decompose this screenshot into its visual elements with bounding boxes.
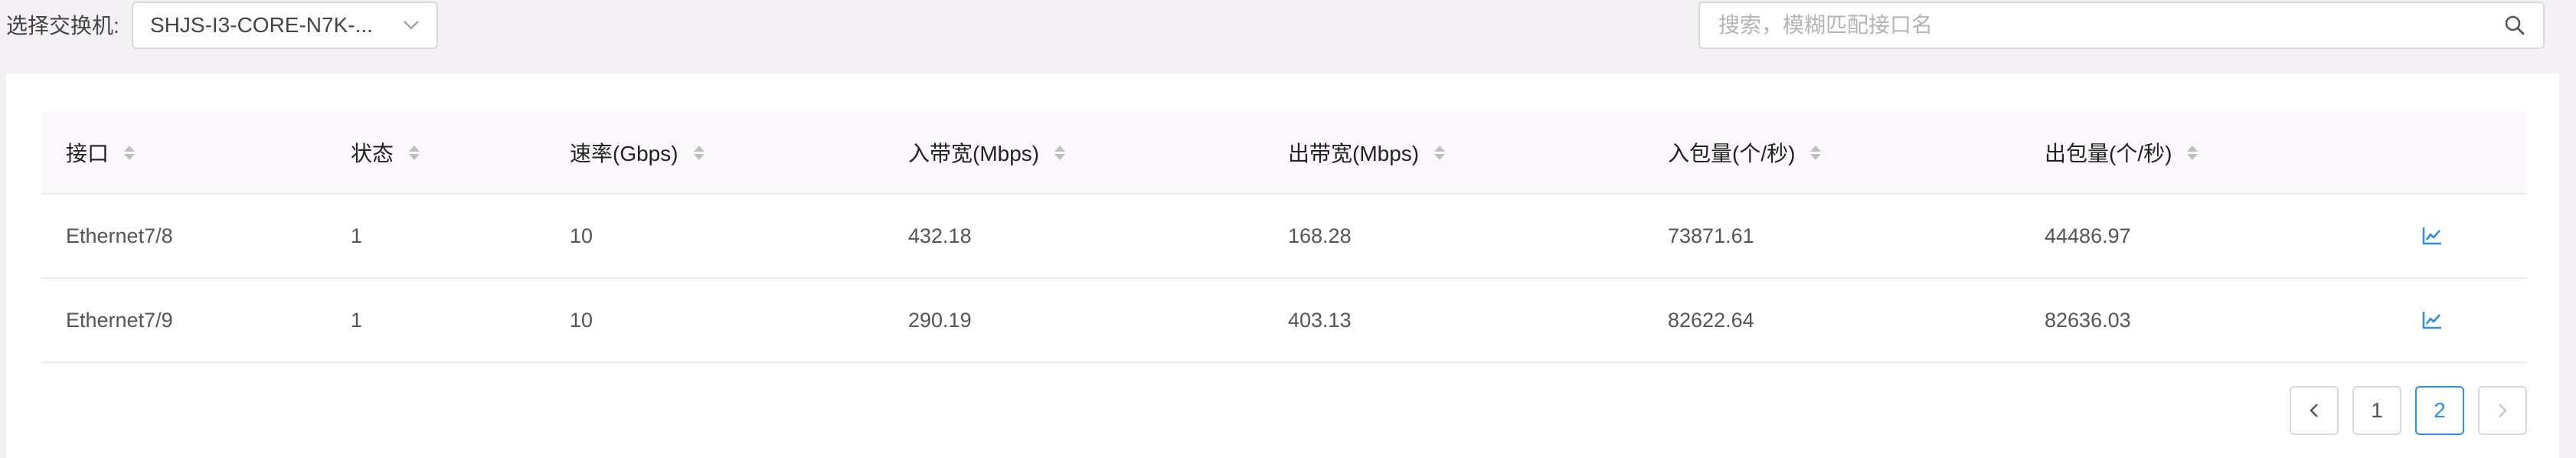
cell-status: 1 [351,308,363,332]
table-row: Ethernet7/8 1 10 432.18 168.28 73871.61 … [41,195,2527,279]
column-header-out-packets[interactable]: 出包量(个/秒) [2045,112,2198,193]
column-header-in-packets[interactable]: 入包量(个/秒) [1668,112,1822,193]
column-header-label: 入包量(个/秒) [1668,142,1796,165]
cell-in-bandwidth: 432.18 [908,224,972,247]
toolbar: 选择交换机: SHJS-I3-CORE-N7K-... [0,0,2576,74]
cell-speed: 10 [570,308,593,332]
column-header-label: 接口 [66,142,110,165]
cell-in-packets: 73871.61 [1668,224,1754,247]
chevron-right-icon [2499,404,2507,417]
cell-interface: Ethernet7/8 [66,224,173,247]
sort-icon[interactable] [2187,145,2198,160]
sort-icon[interactable] [693,145,704,160]
column-header-label: 速率(Gbps) [570,142,678,165]
column-header-label: 出带宽(Mbps) [1288,142,1420,165]
next-page-button[interactable] [2478,386,2527,435]
cell-out-packets: 44486.97 [2045,224,2131,247]
switch-label: 选择交换机: [6,14,119,38]
cell-in-bandwidth: 290.19 [908,308,972,332]
page-button-1[interactable]: 1 [2352,386,2401,435]
column-header-label: 入带宽(Mbps) [908,142,1040,165]
column-header-interface[interactable]: 接口 [66,112,136,193]
sort-icon[interactable] [1810,145,1822,160]
switch-select-value: SHJS-I3-CORE-N7K-... [150,13,373,37]
table-header: 接口 状态 速率(Gbps) 入带宽(Mbps) 出带宽(Mbps) 入包量(个… [41,112,2527,195]
cell-speed: 10 [570,224,593,247]
line-chart-icon[interactable] [2421,195,2443,277]
chevron-down-icon [401,15,421,35]
table-row: Ethernet7/9 1 10 290.19 403.13 82622.64 … [41,279,2527,363]
interface-table: 接口 状态 速率(Gbps) 入带宽(Mbps) 出带宽(Mbps) 入包量(个… [41,112,2527,363]
pagination: 1 2 [2290,386,2527,435]
line-chart-icon[interactable] [2421,279,2443,361]
column-header-speed[interactable]: 速率(Gbps) [570,112,704,193]
column-header-label: 出包量(个/秒) [2045,142,2172,165]
page-button-2[interactable]: 2 [2415,386,2464,435]
cell-out-bandwidth: 168.28 [1288,224,1352,247]
column-header-label: 状态 [351,142,394,165]
cell-out-packets: 82636.03 [2045,308,2131,332]
sort-icon[interactable] [409,145,420,160]
search-icon[interactable] [2502,12,2528,38]
sort-icon[interactable] [1434,145,1446,160]
column-header-in-bandwidth[interactable]: 入带宽(Mbps) [908,112,1066,193]
interface-table-card: 接口 状态 速率(Gbps) 入带宽(Mbps) 出带宽(Mbps) 入包量(个… [6,74,2559,458]
cell-in-packets: 82622.64 [1668,308,1754,332]
cell-interface: Ethernet7/9 [66,308,173,332]
chevron-left-icon [2310,404,2318,417]
switch-select[interactable]: SHJS-I3-CORE-N7K-... [132,2,438,49]
search-input[interactable] [1717,12,2502,38]
cell-out-bandwidth: 403.13 [1288,308,1352,332]
column-header-out-bandwidth[interactable]: 出带宽(Mbps) [1288,112,1446,193]
cell-status: 1 [351,224,363,247]
prev-page-button[interactable] [2290,386,2339,435]
search-box [1698,2,2545,49]
sort-icon[interactable] [124,145,136,160]
column-header-status[interactable]: 状态 [351,112,420,193]
sort-icon[interactable] [1054,145,1066,160]
